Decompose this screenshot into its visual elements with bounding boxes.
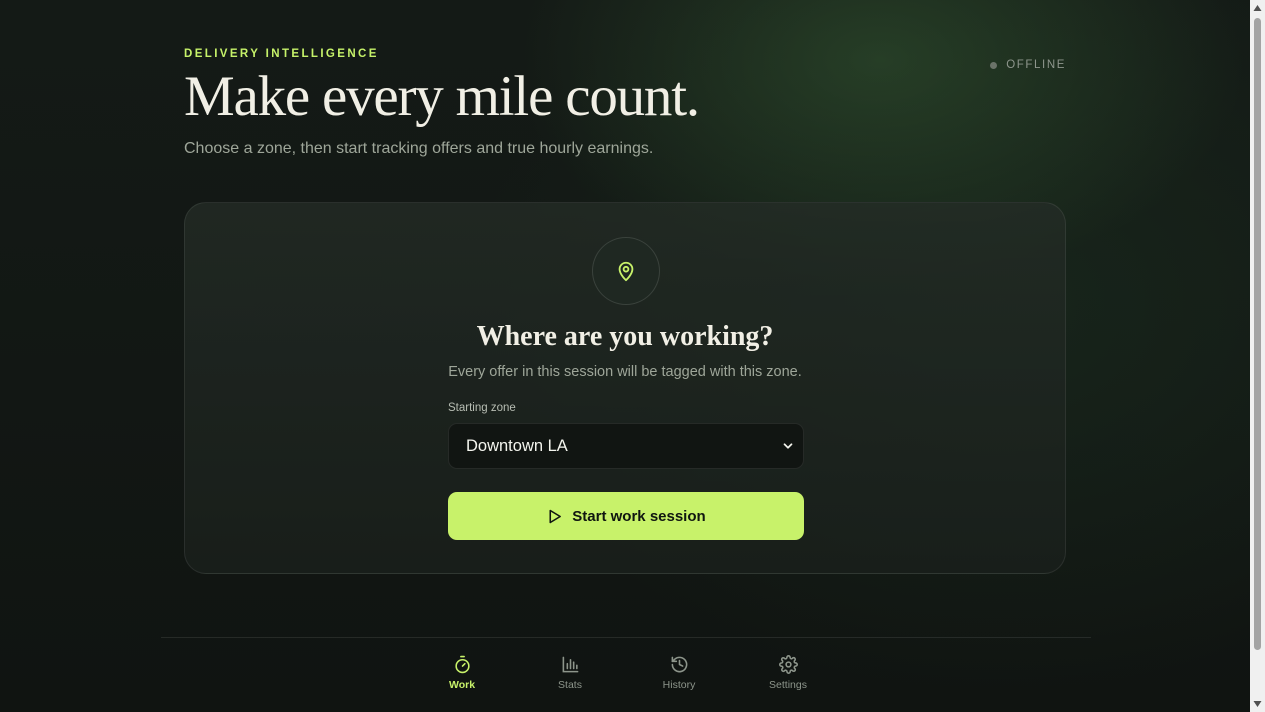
zone-select-value: Downtown LA xyxy=(466,436,568,455)
start-session-label: Start work session xyxy=(572,507,706,525)
gear-icon xyxy=(778,655,798,674)
zone-select[interactable]: Downtown LA xyxy=(448,423,804,469)
zone-field-label: Starting zone xyxy=(448,402,516,414)
scroll-up-arrow-icon[interactable] xyxy=(1253,4,1262,12)
zone-selection-card: Where are you working? Every offer in th… xyxy=(184,202,1066,574)
bottom-navigation: Work Stats History Settings xyxy=(161,637,1091,712)
nav-label-stats: Stats xyxy=(558,679,582,691)
bar-chart-icon xyxy=(562,656,578,673)
vertical-scrollbar[interactable] xyxy=(1250,0,1265,712)
eyebrow-label: DELIVERY INTELLIGENCE xyxy=(184,48,379,60)
nav-item-work[interactable]: Work xyxy=(422,655,502,691)
status-dot-icon xyxy=(990,61,998,69)
play-icon xyxy=(549,509,562,523)
page-title: Make every mile count. xyxy=(184,65,700,128)
status-indicator: OFFLINE xyxy=(990,59,1066,71)
map-pin-icon xyxy=(618,261,634,282)
nav-item-settings[interactable]: Settings xyxy=(748,655,828,691)
scrollbar-thumb[interactable] xyxy=(1254,18,1261,650)
nav-label-history: History xyxy=(662,679,696,691)
status-label: OFFLINE xyxy=(1006,59,1066,71)
nav-label-work: Work xyxy=(448,679,476,691)
history-icon xyxy=(671,656,687,673)
scroll-down-arrow-icon[interactable] xyxy=(1253,700,1262,708)
nav-label-settings: Settings xyxy=(769,679,807,691)
map-pin-badge xyxy=(592,237,660,305)
nav-item-stats[interactable]: Stats xyxy=(530,655,610,691)
nav-item-history[interactable]: History xyxy=(639,655,719,691)
chevron-down-icon xyxy=(783,443,793,449)
page-subtitle: Choose a zone, then start tracking offer… xyxy=(184,140,654,157)
start-session-button[interactable]: Start work session xyxy=(448,492,804,540)
stopwatch-icon xyxy=(454,655,470,674)
page-header: DELIVERY INTELLIGENCE Make every mile co… xyxy=(184,48,1066,158)
card-title: Where are you working? xyxy=(476,321,774,352)
card-subtitle: Every offer in this session will be tagg… xyxy=(448,364,802,380)
